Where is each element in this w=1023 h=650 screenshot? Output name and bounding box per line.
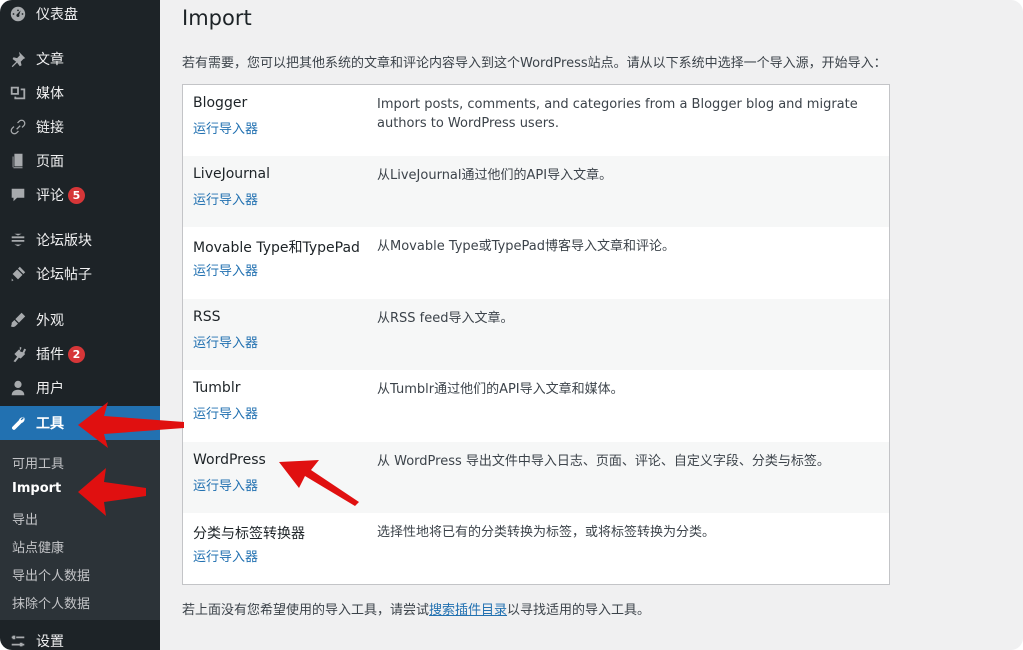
menu-item-plugins[interactable]: 插件 2	[0, 337, 160, 371]
menu-label: 论坛版块	[36, 233, 92, 249]
menu-item-appearance[interactable]: 外观	[0, 303, 160, 337]
footer-text-after: 以寻找适用的导入工具。	[507, 603, 651, 618]
submenu-available-tools[interactable]: 可用工具	[12, 453, 64, 472]
user-icon	[8, 378, 28, 398]
footer-text-before: 若上面没有您希望使用的导入工具，请尝试	[182, 603, 430, 618]
run-importer-link[interactable]: 运行导入器	[193, 546, 258, 565]
menu-label: 插件	[36, 347, 64, 363]
menu-label: 设置	[36, 634, 64, 650]
pin-icon	[8, 49, 28, 69]
annotation-arrow-import	[78, 468, 146, 516]
footer-note: 若上面没有您希望使用的导入工具，请尝试搜索插件目录以寻找适用的导入工具。	[182, 599, 650, 618]
importer-row-category-tag-converter: 分类与标签转换器 运行导入器 选择性地将已有的分类转换为标签，或将标签转换为分类…	[183, 513, 889, 584]
page-title: Import	[182, 6, 252, 30]
appearance-icon	[8, 310, 28, 330]
menu-label: 仪表盘	[36, 7, 78, 23]
importer-row-livejournal: LiveJournal 运行导入器 从LiveJournal通过他们的API导入…	[183, 156, 889, 227]
submenu-export-personal-data[interactable]: 导出个人数据	[12, 565, 90, 584]
menu-label: 文章	[36, 52, 64, 68]
importer-name: Blogger	[193, 95, 248, 111]
intro-text: 若有需要，您可以把其他系统的文章和评论内容导入到这个WordPress站点。请从…	[182, 56, 887, 71]
plugin-update-badge: 2	[68, 345, 85, 363]
menu-item-pages[interactable]: 页面	[0, 144, 160, 178]
menu-item-forums[interactable]: 论坛版块	[0, 223, 160, 257]
dashboard-icon	[8, 4, 28, 24]
main-content: Import 若有需要，您可以把其他系统的文章和评论内容导入到这个WordPre…	[160, 0, 1023, 650]
importer-description: 选择性地将已有的分类转换为标签，或将标签转换为分类。	[377, 525, 716, 540]
wrench-icon	[8, 413, 28, 433]
importer-description: 从 WordPress 导出文件中导入日志、页面、评论、自定义字段、分类与标签。	[377, 454, 830, 469]
forum-icon	[8, 230, 28, 250]
run-importer-link[interactable]: 运行导入器	[193, 118, 258, 137]
menu-label: 链接	[36, 120, 64, 136]
importer-name: Tumblr	[193, 380, 241, 396]
link-icon	[8, 117, 28, 137]
menu-item-links[interactable]: 链接	[0, 110, 160, 144]
importer-row-blogger: Blogger 运行导入器 Import posts, comments, an…	[183, 85, 889, 156]
submenu-export[interactable]: 导出	[12, 509, 38, 528]
importer-description: 从LiveJournal通过他们的API导入文章。	[377, 168, 613, 183]
importer-row-movabletype: Movable Type和TypePad 运行导入器 从Movable Type…	[183, 227, 889, 298]
importer-row-rss: RSS 运行导入器 从RSS feed导入文章。	[183, 299, 889, 370]
importer-row-tumblr: Tumblr 运行导入器 从Tumblr通过他们的API导入文章和媒体。	[183, 370, 889, 441]
run-importer-link[interactable]: 运行导入器	[193, 403, 258, 422]
menu-label: 评论	[36, 188, 64, 204]
plugin-directory-link[interactable]: 搜索插件目录	[429, 603, 507, 618]
menu-label: 媒体	[36, 86, 64, 102]
admin-sidebar: 仪表盘 文章 媒体 链接 页面 评论 5 论坛版块 论坛帖子 外观 插件 2 用…	[0, 0, 160, 650]
menu-item-dashboard[interactable]: 仪表盘	[0, 0, 160, 31]
importer-description: Import posts, comments, and categories f…	[377, 97, 858, 131]
menu-label: 外观	[36, 313, 64, 329]
importer-name: 分类与标签转换器	[193, 526, 305, 542]
importer-name: LiveJournal	[193, 166, 271, 182]
importer-description: 从RSS feed导入文章。	[377, 311, 514, 326]
page-icon	[8, 151, 28, 171]
run-importer-link[interactable]: 运行导入器	[193, 260, 258, 279]
menu-label: 页面	[36, 154, 64, 170]
menu-label: 论坛帖子	[36, 267, 92, 283]
menu-item-settings[interactable]: 设置	[0, 624, 160, 650]
importers-table: Blogger 运行导入器 Import posts, comments, an…	[182, 84, 890, 585]
media-icon	[8, 83, 28, 103]
comment-icon	[8, 185, 28, 205]
menu-item-media[interactable]: 媒体	[0, 76, 160, 110]
submenu-site-health[interactable]: 站点健康	[12, 537, 64, 556]
menu-item-posts[interactable]: 文章	[0, 42, 160, 76]
settings-icon	[8, 631, 28, 650]
importer-name: WordPress	[193, 452, 266, 468]
run-importer-link[interactable]: 运行导入器	[193, 189, 258, 208]
plugin-icon	[8, 344, 28, 364]
comment-count-badge: 5	[68, 186, 85, 204]
menu-item-topics[interactable]: 论坛帖子	[0, 257, 160, 291]
topic-icon	[8, 264, 28, 284]
window-frame: 仪表盘 文章 媒体 链接 页面 评论 5 论坛版块 论坛帖子 外观 插件 2 用…	[0, 0, 1023, 650]
menu-item-comments[interactable]: 评论 5	[0, 178, 160, 212]
annotation-arrow-wordpress	[279, 460, 359, 506]
submenu-erase-personal-data[interactable]: 抹除个人数据	[12, 593, 90, 612]
submenu-import[interactable]: Import	[12, 481, 61, 496]
importer-description: 从Tumblr通过他们的API导入文章和媒体。	[377, 382, 624, 397]
menu-label: 工具	[36, 416, 64, 432]
run-importer-link[interactable]: 运行导入器	[193, 332, 258, 351]
importer-description: 从Movable Type或TypePad博客导入文章和评论。	[377, 239, 676, 254]
importer-name: Movable Type和TypePad	[193, 240, 360, 256]
importer-name: RSS	[193, 309, 221, 325]
run-importer-link[interactable]: 运行导入器	[193, 475, 258, 494]
menu-label: 用户	[36, 381, 64, 397]
annotation-arrow-tools	[78, 402, 184, 448]
